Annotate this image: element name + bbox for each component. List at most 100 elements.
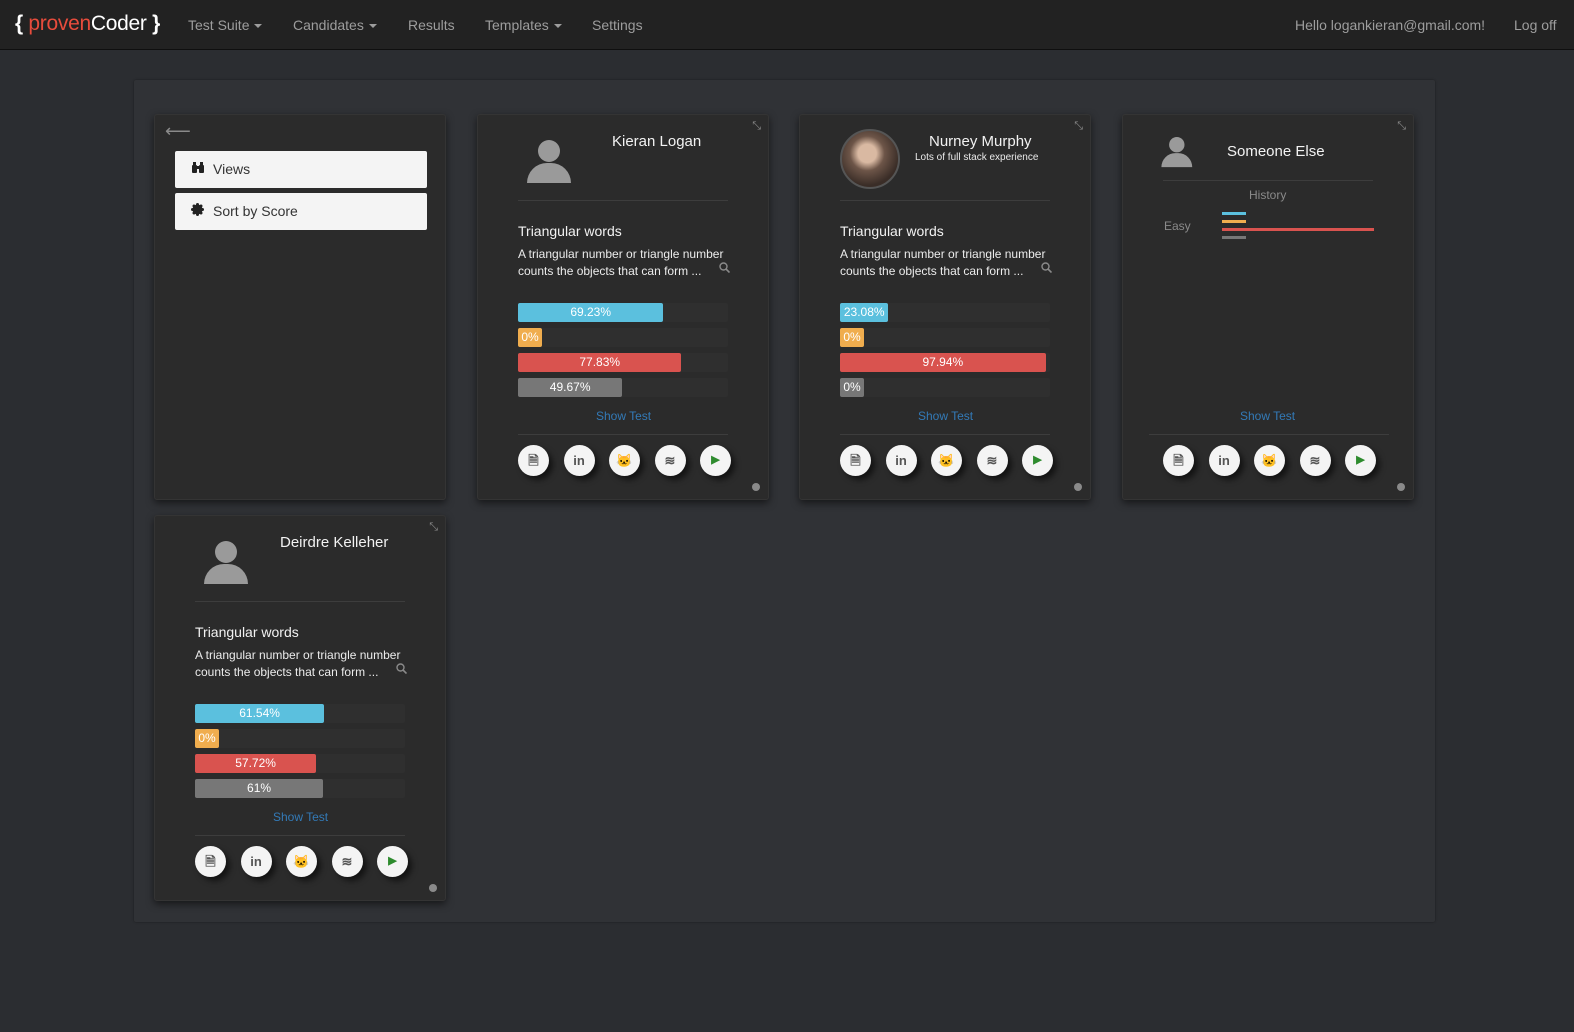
play-icon[interactable]: ▶ — [1345, 445, 1376, 476]
brand-brace-close: } — [152, 12, 160, 35]
score-bar: 49.67% — [518, 378, 623, 397]
avatar-placeholder-icon — [202, 541, 250, 589]
play-icon[interactable]: ▶ — [377, 846, 408, 877]
linkedin-icon[interactable]: in — [1208, 445, 1240, 476]
divider — [195, 601, 405, 602]
history-label: Easy — [1164, 219, 1191, 233]
sort-by-score-button[interactable]: Sort by Score — [175, 193, 427, 230]
views-label: Views — [213, 161, 251, 177]
candidate-name: Deirdre Kelleher — [280, 534, 389, 551]
show-test-link[interactable]: Show Test — [273, 810, 328, 824]
nav-greeting[interactable]: Hello logankieran@gmail.com! — [1295, 17, 1485, 33]
history-line — [1222, 220, 1246, 223]
document-icon[interactable]: 🗎 — [1163, 445, 1194, 476]
test-title: Triangular words — [518, 223, 622, 239]
avatar-placeholder-icon — [525, 140, 573, 188]
stackoverflow-icon[interactable]: ≋ — [1299, 445, 1331, 476]
back-arrow-icon[interactable]: ⟵ — [165, 121, 191, 142]
score-bar-track: 61.54% — [195, 704, 405, 723]
navbar: { provenCoder } Test Suite Candidates Re… — [0, 0, 1574, 50]
brand-coder: Coder — [90, 12, 147, 35]
score-bar: 23.08% — [840, 303, 889, 322]
nav-results[interactable]: Results — [408, 17, 455, 33]
github-icon[interactable]: 🐱 — [286, 846, 317, 877]
show-test-link[interactable]: Show Test — [1240, 409, 1295, 423]
score-bar-track: 69.23% — [518, 303, 728, 322]
divider — [840, 200, 1050, 201]
status-dot — [752, 483, 760, 491]
divider — [518, 200, 728, 201]
nav-test-suite[interactable]: Test Suite — [188, 17, 263, 33]
expand-icon[interactable]: ⤡ — [429, 521, 438, 534]
github-icon[interactable]: 🐱 — [609, 445, 640, 476]
stackoverflow-icon[interactable]: ≋ — [654, 445, 686, 476]
nav-templates[interactable]: Templates — [485, 17, 562, 33]
magnify-icon[interactable] — [396, 663, 408, 677]
stackoverflow-icon[interactable]: ≋ — [331, 846, 363, 877]
brand-logo[interactable]: { provenCoder } — [15, 12, 160, 36]
status-dot — [429, 884, 437, 892]
show-test-link[interactable]: Show Test — [596, 409, 651, 423]
caret-down-icon — [368, 24, 377, 29]
magnify-icon[interactable] — [719, 262, 731, 276]
history-line — [1222, 212, 1246, 215]
nav-logoff[interactable]: Log off — [1514, 17, 1557, 33]
candidate-name: Kieran Logan — [612, 133, 702, 150]
divider — [518, 434, 728, 435]
test-description: A triangular number or triangle number c… — [195, 648, 401, 679]
document-icon[interactable]: 🗎 — [195, 846, 226, 877]
document-icon[interactable]: 🗎 — [518, 445, 549, 476]
divider — [1163, 180, 1373, 181]
score-bar: 57.72% — [195, 754, 317, 773]
linkedin-icon[interactable]: in — [885, 445, 917, 476]
play-icon[interactable]: ▶ — [1022, 445, 1053, 476]
expand-icon[interactable]: ⤡ — [752, 120, 761, 133]
brand-proven: proven — [28, 12, 91, 35]
test-description: A triangular number or triangle number c… — [518, 247, 724, 278]
nav-candidates-label: Candidates — [293, 17, 364, 33]
score-bar: 61.54% — [195, 704, 325, 723]
score-bar: 0% — [840, 378, 864, 397]
history-title: History — [1249, 188, 1287, 202]
expand-icon[interactable]: ⤡ — [1074, 120, 1083, 133]
test-description: A triangular number or triangle number c… — [840, 247, 1046, 278]
expand-icon[interactable]: ⤡ — [1397, 120, 1406, 133]
history-line — [1222, 228, 1374, 231]
linkedin-icon[interactable]: in — [563, 445, 595, 476]
score-bar: 97.94% — [840, 353, 1046, 372]
show-test-link[interactable]: Show Test — [918, 409, 973, 423]
score-bar-track: 61% — [195, 779, 405, 798]
score-bar: 69.23% — [518, 303, 664, 322]
nav-test-suite-label: Test Suite — [188, 17, 250, 33]
candidate-card: ⤡ Nurney Murphy Lots of full stack exper… — [799, 114, 1091, 500]
github-icon[interactable]: 🐱 — [1254, 445, 1285, 476]
github-icon[interactable]: 🐱 — [931, 445, 962, 476]
score-bar-track: 77.83% — [518, 353, 728, 372]
document-icon[interactable]: 🗎 — [840, 445, 871, 476]
score-bar-track: 0% — [840, 328, 1050, 347]
certificate-icon — [191, 203, 213, 219]
views-button[interactable]: Views — [175, 151, 427, 188]
nav-settings[interactable]: Settings — [592, 17, 643, 33]
stackoverflow-icon[interactable]: ≋ — [976, 445, 1008, 476]
avatar-placeholder-icon — [1160, 137, 1194, 171]
magnify-icon[interactable] — [1041, 262, 1053, 276]
linkedin-icon[interactable]: in — [240, 846, 272, 877]
divider — [840, 434, 1050, 435]
candidate-name: Nurney Murphy — [929, 133, 1032, 150]
divider — [195, 835, 405, 836]
candidate-name: Someone Else — [1227, 143, 1325, 160]
play-icon[interactable]: ▶ — [700, 445, 731, 476]
brand-brace-open: { — [15, 12, 23, 35]
score-bar: 77.83% — [518, 353, 682, 372]
candidate-card: ⤡ Deirdre Kelleher Triangular words A tr… — [154, 515, 446, 901]
status-dot — [1074, 483, 1082, 491]
candidate-card: ⤡ Kieran Logan Triangular words A triang… — [477, 114, 769, 500]
history-line — [1222, 236, 1246, 239]
binoculars-icon — [191, 161, 213, 177]
nav-candidates[interactable]: Candidates — [293, 17, 377, 33]
test-title: Triangular words — [195, 624, 299, 640]
main-container: ⟵ Views Sort by Score ⤡ Kieran Logan Tri… — [134, 80, 1435, 922]
score-bar-track: 97.94% — [840, 353, 1050, 372]
score-bar-track: 0% — [840, 378, 1050, 397]
